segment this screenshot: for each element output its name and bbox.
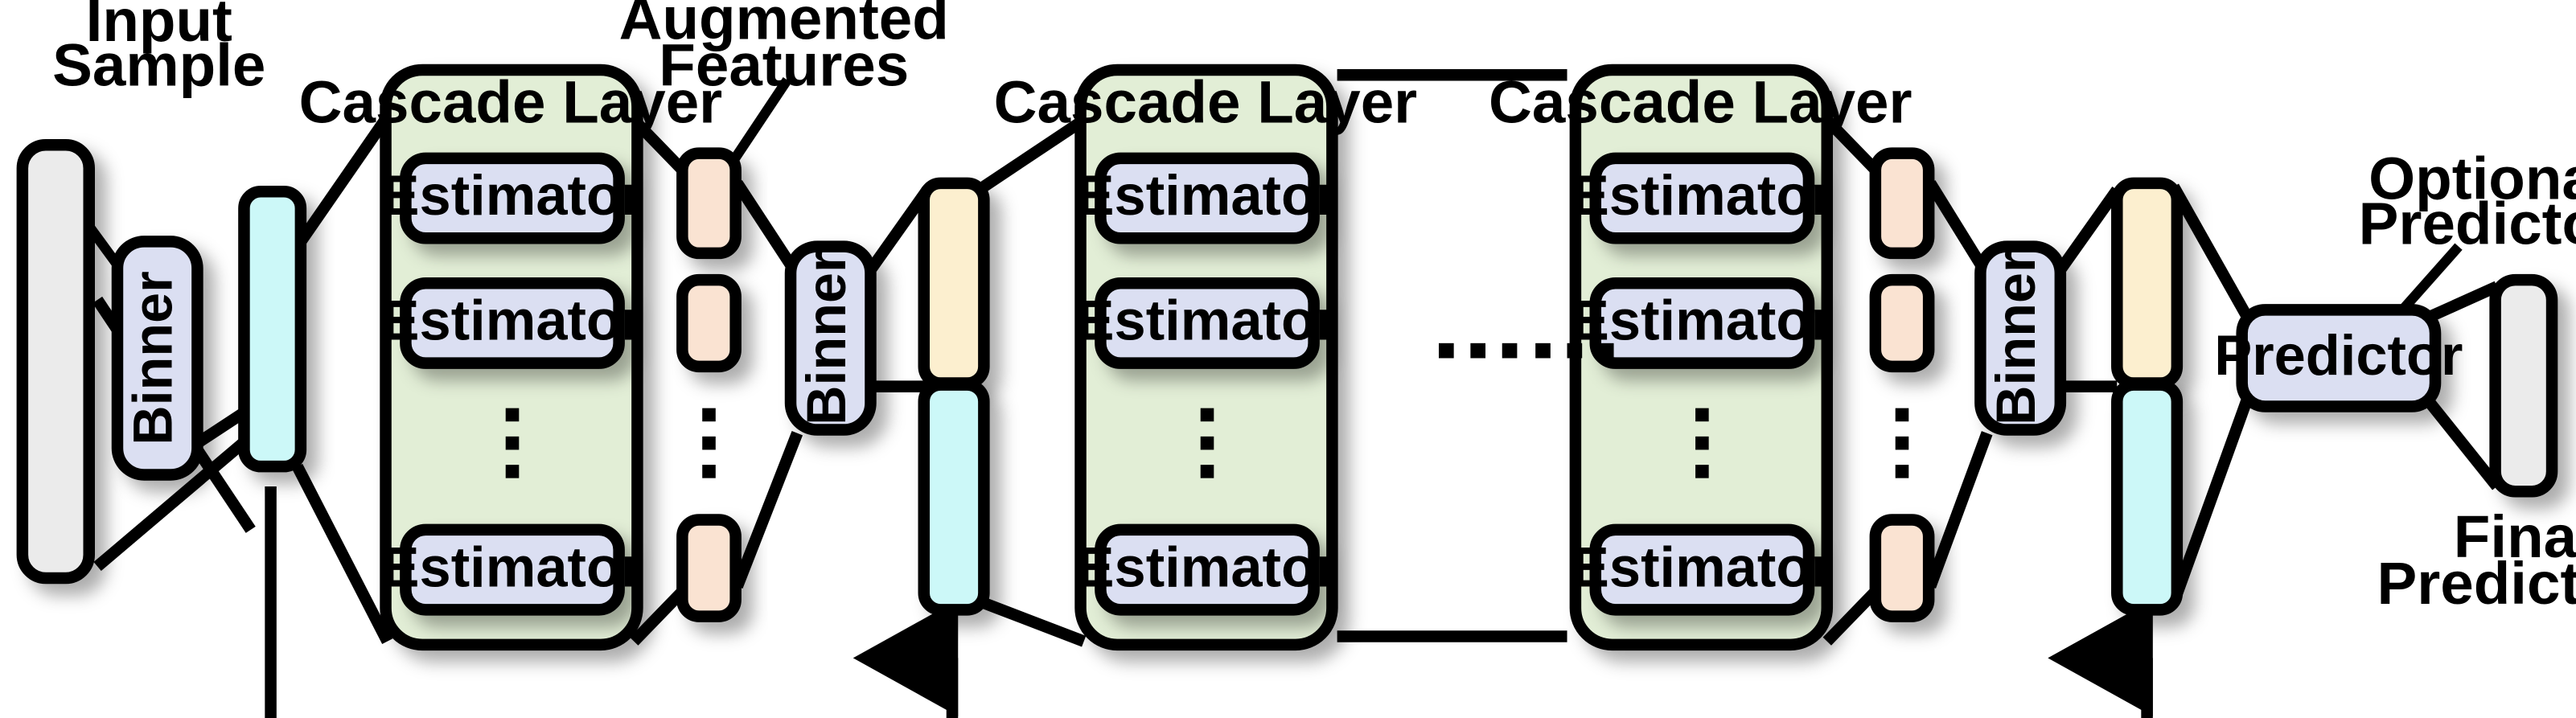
augmented-feature-1-c — [676, 514, 742, 622]
cascade-layer-1-estimator-2 — [400, 277, 625, 369]
vertical-ellipsis-aug-1 — [702, 408, 716, 478]
cascade-layer-1-estimator-3 — [400, 523, 625, 616]
augmented-feature-2-b — [1869, 273, 1935, 373]
cascade-layer-n-estimator-1 — [1589, 152, 1815, 244]
augmented-stack-yellow-2 — [2111, 177, 2184, 389]
cascade-layer-1-estimator-1 — [400, 152, 625, 244]
augmented-stack-cyan-1 — [918, 379, 990, 616]
augmented-feature-1-b — [676, 273, 742, 373]
cascade-layer-n-estimator-3 — [1589, 523, 1815, 616]
augmented-feature-2-c — [1869, 514, 1935, 622]
diagram-canvas: Input Sample Augmented Features Optional… — [0, 0, 2576, 718]
augmented-stack-cyan-2 — [2111, 379, 2184, 616]
binner-1-node — [111, 236, 203, 481]
edge-cyan1-to-layer1-top — [292, 113, 392, 250]
augmented-feature-1-a — [676, 147, 742, 260]
binner-2-node — [784, 240, 877, 436]
cascade-layer-2-estimator-2 — [1095, 277, 1320, 369]
edge-predictor-to-output-top — [2427, 281, 2500, 322]
vertical-ellipsis-layer-1 — [505, 408, 520, 478]
edge-cyan1-to-layer1-bottom — [292, 463, 393, 645]
cascade-layer-2-estimator-1 — [1095, 152, 1320, 244]
edge-predictor-to-output-bottom — [2426, 399, 2502, 490]
cascade-layer-2-estimator-3 — [1095, 523, 1320, 616]
vertical-ellipsis-layer-n — [1695, 408, 1709, 478]
edge-stack-to-layer2-bottom — [981, 597, 1087, 647]
vertical-ellipsis-aug-2 — [1895, 408, 1909, 478]
binner-3-node — [1974, 240, 2067, 436]
edge-rstack-to-predictor-bottom — [2167, 397, 2253, 605]
edge-rstack-to-predictor-top — [2168, 183, 2253, 320]
vertical-ellipsis-layer-2 — [1200, 408, 1214, 478]
edge-stack-to-layer2-top — [980, 115, 1087, 192]
augmented-feature-2-a — [1869, 147, 1935, 260]
cascade-layer-n-estimator-2 — [1589, 277, 1815, 369]
augmented-stack-yellow-1 — [918, 177, 990, 389]
binned-features-1 — [238, 186, 307, 473]
final-output-node — [2489, 273, 2558, 498]
architecture-diagram-svg — [16, 64, 2558, 718]
edge-binner3-to-rstack-top — [2055, 187, 2122, 273]
input-sample-node — [16, 139, 96, 585]
edge-aug2-to-binner3-lower — [1925, 431, 1993, 589]
edge-aug1-to-binner2-lower — [731, 431, 803, 589]
predictor-node — [2236, 304, 2442, 412]
